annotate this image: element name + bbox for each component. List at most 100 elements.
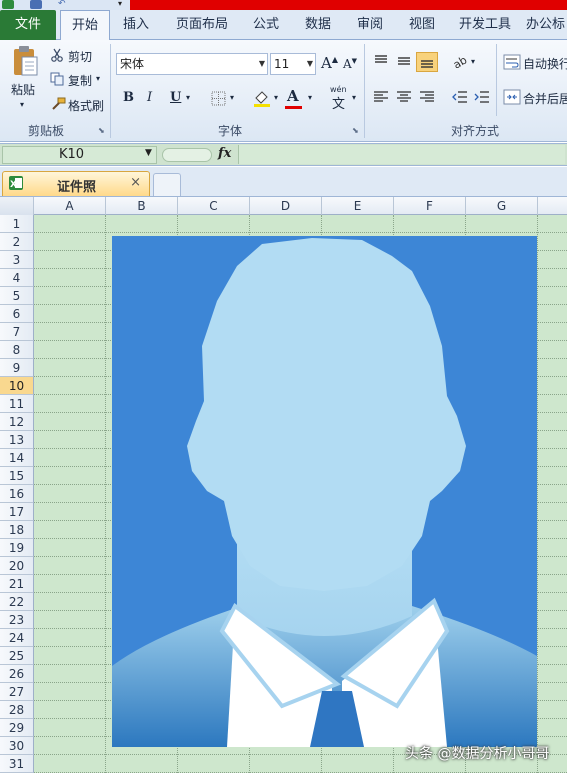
font-name-select[interactable]: 宋体 ▼ [116,53,268,75]
align-center-icon[interactable] [396,90,412,104]
tab-view[interactable]: 视图 [400,10,444,40]
formula-bar-divider-handle[interactable] [162,148,212,162]
row-header[interactable]: 17 [0,503,34,521]
copy-dropdown-icon[interactable]: ▾ [96,74,100,83]
copy-button[interactable]: 复制 [68,72,92,89]
align-middle-icon[interactable] [396,54,412,68]
row-header[interactable]: 29 [0,719,34,737]
row-header[interactable]: 11 [0,395,34,413]
row-header[interactable]: 20 [0,557,34,575]
document-tab[interactable]: X 证件照 × [2,171,150,196]
column-header[interactable]: C [178,197,250,215]
excel-app-icon[interactable] [2,0,14,9]
decrease-indent-icon[interactable] [452,90,468,104]
paste-dropdown-icon[interactable]: ▾ [20,100,24,109]
font-color-button[interactable]: A [287,87,299,105]
cut-button[interactable]: 剪切 [68,48,92,65]
row-header[interactable]: 30 [0,737,34,755]
tab-office[interactable]: 办公标 [526,10,567,40]
borders-dropdown-icon[interactable]: ▾ [230,93,234,102]
font-launcher-icon[interactable]: ⬊ [352,126,359,135]
row-header[interactable]: 2 [0,233,34,251]
row-header[interactable]: 8 [0,341,34,359]
close-icon[interactable]: × [130,175,141,190]
align-bottom-icon[interactable] [416,52,438,72]
row-header[interactable]: 23 [0,611,34,629]
shrink-font-button[interactable]: A▼ [343,57,357,71]
undo-icon[interactable]: ↶ [58,0,70,9]
tab-developer[interactable]: 开发工具 [452,10,518,40]
format-painter-icon[interactable] [50,97,66,111]
align-right-icon[interactable] [419,90,435,104]
row-header[interactable]: 26 [0,665,34,683]
name-box[interactable]: K10 [2,146,157,164]
bold-button[interactable]: B [123,90,134,105]
tab-file[interactable]: 文件 [0,10,56,40]
row-header[interactable]: 16 [0,485,34,503]
scissors-icon[interactable] [50,48,64,62]
row-header[interactable]: 14 [0,449,34,467]
column-header[interactable]: D [250,197,322,215]
font-color-dropdown-icon[interactable]: ▾ [308,93,312,102]
row-header[interactable]: 10 [0,377,34,395]
name-box-dropdown-icon[interactable]: ▼ [145,148,152,158]
column-header[interactable]: A [34,197,106,215]
row-header[interactable]: 18 [0,521,34,539]
font-size-select[interactable]: 11 ▼ [270,53,316,75]
row-header[interactable]: 27 [0,683,34,701]
save-icon[interactable] [30,0,42,9]
phonetic-dropdown-icon[interactable]: ▾ [352,93,356,102]
tab-insert[interactable]: 插入 [114,10,158,40]
row-header[interactable]: 5 [0,287,34,305]
merge-center-icon[interactable] [503,89,521,105]
id-photo-image[interactable] [112,236,537,747]
row-header[interactable]: 9 [0,359,34,377]
row-header[interactable]: 24 [0,629,34,647]
row-header[interactable]: 6 [0,305,34,323]
formula-input[interactable] [238,145,565,164]
tab-home[interactable]: 开始 [60,10,110,41]
italic-button[interactable]: I [147,90,152,105]
select-all-corner[interactable] [0,197,34,215]
row-header[interactable]: 28 [0,701,34,719]
paste-icon[interactable] [10,44,40,78]
fx-icon[interactable]: fx [218,146,231,161]
format-painter-button[interactable]: 格式刷 [68,97,104,114]
row-header[interactable]: 1 [0,215,34,233]
tab-data[interactable]: 数据 [296,10,340,40]
underline-dropdown-icon[interactable]: ▾ [186,93,190,102]
column-header-partial[interactable] [538,197,567,215]
column-header[interactable]: B [106,197,178,215]
fill-color-icon[interactable] [252,88,272,108]
wrap-text-icon[interactable] [503,54,521,70]
orientation-icon[interactable]: ab [452,54,470,68]
row-header[interactable]: 31 [0,755,34,773]
row-header[interactable]: 12 [0,413,34,431]
fill-color-dropdown-icon[interactable]: ▾ [274,93,278,102]
row-header[interactable]: 22 [0,593,34,611]
wrap-text-button[interactable]: 自动换行 [523,55,567,72]
row-header[interactable]: 19 [0,539,34,557]
tab-formulas[interactable]: 公式 [244,10,288,40]
align-top-icon[interactable] [373,54,389,68]
row-header[interactable]: 7 [0,323,34,341]
row-header[interactable]: 13 [0,431,34,449]
tab-review[interactable]: 审阅 [348,10,392,40]
column-header[interactable]: G [466,197,538,215]
row-header[interactable]: 21 [0,575,34,593]
row-header[interactable]: 25 [0,647,34,665]
increase-indent-icon[interactable] [474,90,490,104]
grow-font-button[interactable]: A▲ [321,54,338,72]
quick-access-dropdown-icon[interactable]: ▾ [118,0,130,9]
clipboard-launcher-icon[interactable]: ⬊ [98,126,105,135]
align-left-icon[interactable] [373,90,389,104]
row-header[interactable]: 15 [0,467,34,485]
underline-button[interactable]: U [170,90,181,105]
column-header[interactable]: F [394,197,466,215]
orientation-dropdown-icon[interactable]: ▾ [471,57,475,66]
tab-page-layout[interactable]: 页面布局 [168,10,236,40]
copy-icon[interactable] [50,72,64,86]
borders-icon[interactable] [210,90,226,106]
row-header[interactable]: 3 [0,251,34,269]
new-tab-button[interactable] [153,173,181,196]
